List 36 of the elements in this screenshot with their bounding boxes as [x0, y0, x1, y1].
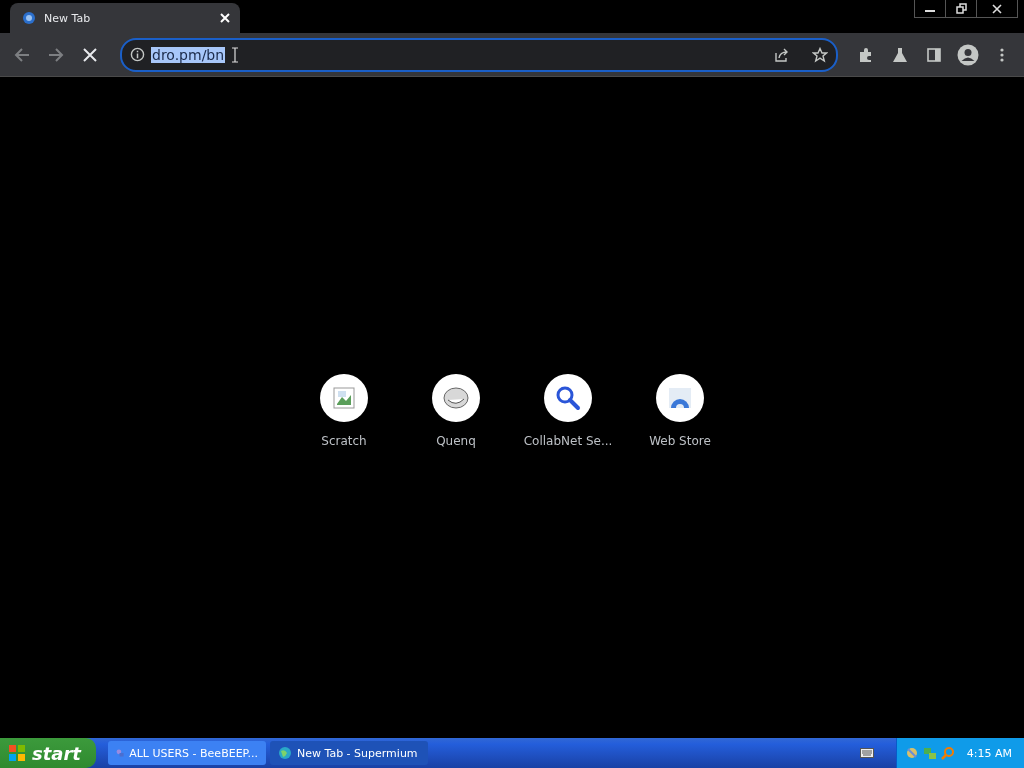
browser-tab[interactable]: New Tab — [10, 3, 240, 33]
address-bar[interactable]: dro.pm/bn — [120, 37, 838, 72]
text-cursor-icon — [231, 46, 240, 63]
taskbar-button[interactable]: ALL USERS - BeeBEEP... — [108, 741, 266, 765]
info-icon[interactable] — [130, 47, 145, 62]
menu-icon[interactable] — [1000, 46, 1004, 63]
shortcut-tile[interactable] — [320, 373, 368, 422]
keyboard-icon[interactable] — [859, 748, 874, 758]
flask-icon[interactable] — [892, 46, 908, 63]
star-icon[interactable] — [812, 46, 828, 63]
shortcut-label[interactable]: Scratch — [321, 433, 367, 448]
profile-icon[interactable] — [957, 43, 979, 66]
shortcut-tile[interactable] — [432, 373, 480, 422]
forward-icon[interactable] — [48, 46, 64, 63]
restore-icon[interactable] — [955, 3, 967, 14]
shortcut-label[interactable]: Web Store — [649, 433, 711, 448]
shortcut-tile[interactable] — [544, 373, 592, 422]
side-panel-icon[interactable] — [926, 46, 942, 63]
shortcut-tile[interactable] — [656, 373, 704, 422]
broken-image-icon — [333, 386, 355, 409]
start-button[interactable]: start — [0, 738, 96, 768]
back-icon[interactable] — [14, 46, 30, 63]
shortcut-label[interactable]: Quenq — [436, 433, 476, 448]
close-window-icon[interactable] — [992, 3, 1002, 14]
clock: 4:15 AM — [966, 746, 1012, 760]
puzzle-icon[interactable] — [858, 46, 874, 63]
windows-logo-icon — [8, 744, 26, 762]
close-icon[interactable] — [220, 13, 230, 23]
browser-logo-icon — [22, 11, 36, 25]
globe-icon — [278, 746, 292, 760]
search-icon — [555, 384, 581, 411]
shortcut-label[interactable]: CollabNet Se... — [523, 433, 613, 448]
stop-icon[interactable] — [83, 47, 97, 62]
share-icon[interactable] — [774, 46, 790, 63]
taskbar-button[interactable]: New Tab - Supermium — [270, 741, 428, 765]
store-icon — [667, 386, 693, 409]
